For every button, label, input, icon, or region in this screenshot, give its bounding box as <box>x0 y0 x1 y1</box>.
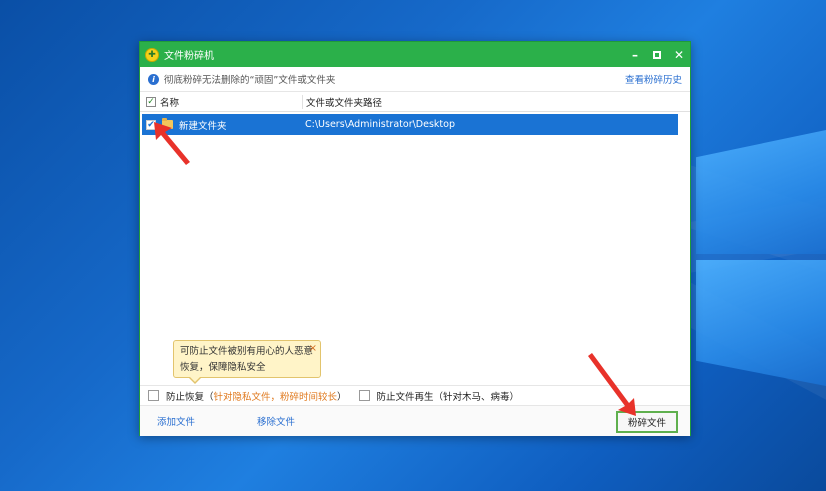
maximize-icon <box>653 50 661 59</box>
remove-file-link[interactable]: 移除文件 <box>257 414 295 428</box>
close-icon: ✕ <box>673 47 685 62</box>
prevent-regeneration-label: 防止文件再生（针对木马、病毒） <box>376 391 520 403</box>
prevent-recovery-checkbox[interactable] <box>148 390 159 401</box>
tooltip-line-2: 恢复，保障隐私安全 <box>180 362 266 373</box>
tooltip-tail <box>188 376 202 384</box>
info-text: 彻底粉碎无法删除的“顽固”文件或文件夹 <box>164 75 336 86</box>
list-header: ✓ 名称 文件或文件夹路径 <box>140 92 690 112</box>
prevent-recovery-label: 防止恢复（针对隐私文件，粉碎时间较长） <box>166 391 347 403</box>
info-bar: i 彻底粉碎无法删除的“顽固”文件或文件夹 查看粉碎历史 <box>140 67 690 92</box>
close-button[interactable]: ✕ <box>668 42 690 67</box>
annotation-arrow-checkbox <box>154 122 190 165</box>
recovery-tooltip: 可防止文件被别有用心的人恶意 恢复，保障隐私安全 × <box>173 340 321 384</box>
window-title: 文件粉碎机 <box>164 51 214 62</box>
titlebar: ✚ 文件粉碎机 – ✕ <box>140 42 690 67</box>
minimize-icon: – <box>632 47 638 62</box>
shredder-app-icon: ✚ <box>145 47 159 62</box>
tooltip-close-icon[interactable]: × <box>309 341 317 357</box>
select-all-checkbox[interactable]: ✓ <box>146 96 156 107</box>
file-list: ✔ 新建文件夹 C:\Users\Administrator\Desktop <box>140 112 690 376</box>
file-row[interactable]: ✔ 新建文件夹 C:\Users\Administrator\Desktop <box>142 114 678 135</box>
column-header-path[interactable]: 文件或文件夹路径 <box>302 94 690 109</box>
prevent-recovery-note: 针对隐私文件，粉碎时间较长 <box>213 391 338 403</box>
prevent-regeneration-checkbox[interactable] <box>358 390 370 401</box>
annotation-arrow-shred-button <box>588 353 636 416</box>
row-file-path: C:\Users\Administrator\Desktop <box>305 119 455 130</box>
view-history-link[interactable]: 查看粉碎历史 <box>625 72 682 86</box>
add-file-link[interactable]: 添加文件 <box>157 414 195 428</box>
windows-logo <box>692 130 826 390</box>
maximize-button[interactable] <box>646 42 668 67</box>
column-header-name[interactable]: 名称 <box>160 95 302 109</box>
tooltip-line-1: 可防止文件被别有用心的人恶意 <box>180 346 314 357</box>
info-icon: i <box>148 73 159 85</box>
minimize-button[interactable]: – <box>624 42 646 67</box>
